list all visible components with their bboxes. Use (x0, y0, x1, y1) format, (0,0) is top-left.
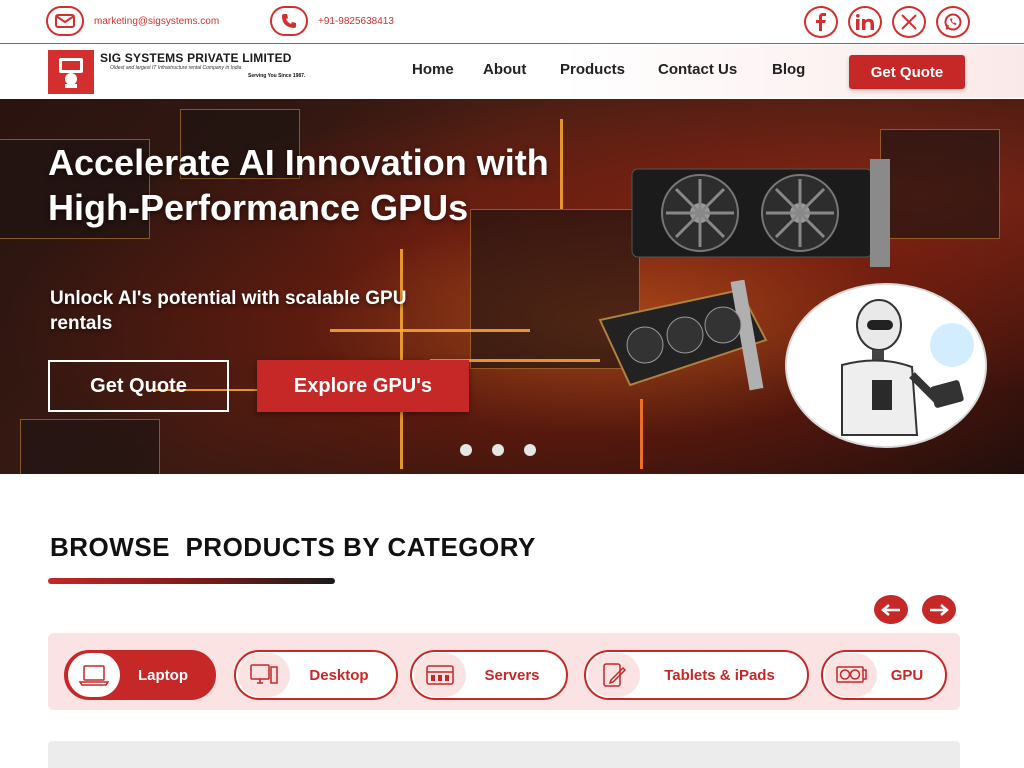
nav-about[interactable]: About (483, 61, 526, 78)
carousel-dots (460, 444, 536, 456)
gpu-card-image (631, 159, 890, 267)
hero-title: Accelerate AI Innovation with High-Perfo… (48, 142, 549, 228)
carousel-dot[interactable] (460, 444, 472, 456)
circuit-trace (400, 249, 403, 469)
category-servers[interactable]: Servers (410, 650, 568, 700)
heading-underline (48, 578, 335, 584)
linkedin-icon[interactable] (848, 6, 882, 38)
category-label: Desktop (309, 666, 369, 684)
circuit-chip (20, 419, 160, 474)
x-icon[interactable] (892, 6, 926, 38)
circuit-trace (640, 399, 643, 469)
category-gpu[interactable]: GPU (821, 650, 947, 700)
whatsapp-icon[interactable] (936, 6, 970, 38)
laptop-icon (68, 653, 120, 697)
tablet-icon (588, 653, 640, 697)
gpu-icon (825, 653, 877, 697)
top-contact-bar: marketing@sigsystems.com +91-9825638413 (0, 0, 1024, 44)
gpu-card-image (598, 280, 768, 391)
arrow-right-icon (930, 603, 949, 616)
phone-icon (270, 6, 308, 36)
hero-banner: Accelerate AI Innovation with High-Perfo… (0, 99, 1024, 474)
next-arrow-button[interactable] (922, 595, 956, 624)
carousel-dot[interactable] (492, 444, 504, 456)
company-name: SIG SYSTEMS PRIVATE LIMITED (100, 51, 292, 65)
category-tablets-ipads[interactable]: Tablets & iPads (584, 650, 809, 700)
category-label: GPU (890, 666, 924, 684)
phone-number[interactable]: +91-9825638413 (318, 16, 394, 27)
ai-robot-image (785, 283, 987, 448)
main-header: SIG SYSTEMS PRIVATE LIMITED Oldest and l… (0, 45, 1024, 98)
circuit-chip (880, 129, 1000, 239)
category-label: Servers (484, 666, 540, 684)
email-contact[interactable]: marketing@sigsystems.com (46, 6, 219, 36)
explore-gpus-button[interactable]: Explore GPU's (257, 360, 469, 412)
carousel-dot[interactable] (524, 444, 536, 456)
nav-home[interactable]: Home (412, 61, 454, 78)
category-label: Tablets & iPads (664, 666, 775, 684)
product-listing-panel (48, 741, 960, 768)
social-links (804, 6, 970, 38)
mail-icon (46, 6, 84, 36)
hero-get-quote-button[interactable]: Get Quote (48, 360, 229, 412)
category-desktop[interactable]: Desktop (234, 650, 398, 700)
category-laptop[interactable]: Laptop (64, 650, 216, 700)
server-icon (414, 653, 466, 697)
header-get-quote-button[interactable]: Get Quote (849, 55, 965, 89)
prev-arrow-button[interactable] (874, 595, 908, 624)
nav-products[interactable]: Products (560, 61, 625, 78)
email-address[interactable]: marketing@sigsystems.com (94, 16, 219, 27)
category-heading: BROWSE PRODUCTS BY CATEGORY (50, 532, 536, 562)
company-since: Serving You Since 1987. (248, 73, 306, 79)
phone-contact[interactable]: +91-9825638413 (270, 6, 394, 36)
desktop-icon (238, 653, 290, 697)
nav-contact-us[interactable]: Contact Us (658, 61, 737, 78)
hero-subtitle: Unlock AI's potential with scalable GPU … (50, 288, 407, 334)
category-label: Laptop (138, 666, 188, 684)
arrow-left-icon (881, 603, 900, 616)
company-logo-icon[interactable] (48, 50, 94, 94)
nav-blog[interactable]: Blog (772, 61, 805, 78)
company-tagline: Oldest and largest IT Infrastructure ren… (110, 65, 242, 71)
facebook-icon[interactable] (804, 6, 838, 38)
